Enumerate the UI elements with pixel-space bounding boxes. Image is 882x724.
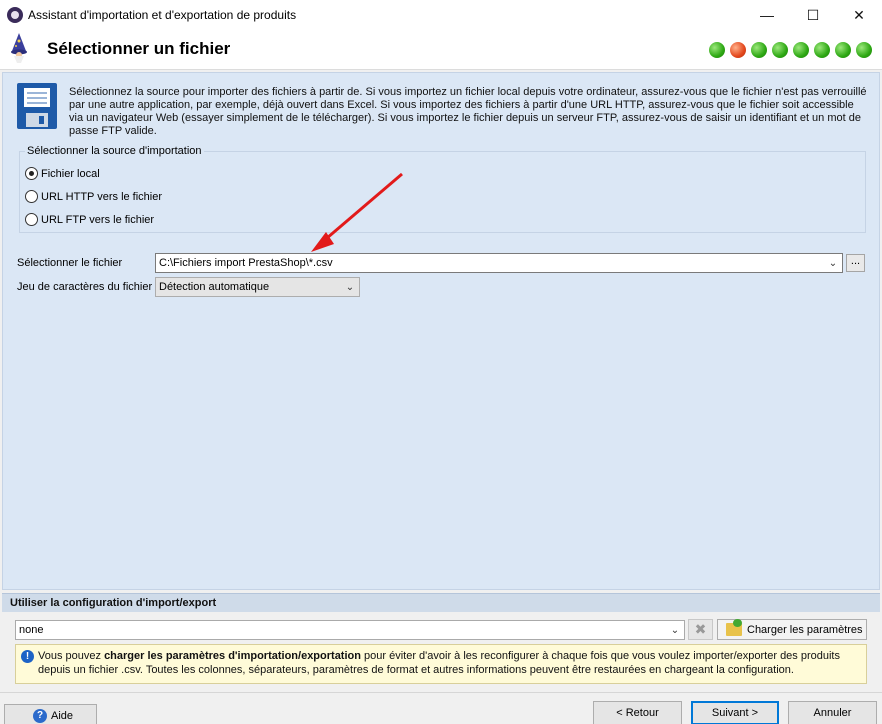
step-dot-8: [856, 42, 872, 58]
step-dot-7: [835, 42, 851, 58]
floppy-disk-icon: [17, 83, 57, 129]
radio-button[interactable]: [25, 213, 38, 226]
radio-ftp-url[interactable]: URL FTP vers le fichier: [25, 213, 154, 226]
info-icon: !: [21, 650, 34, 663]
help-label: Aide: [51, 710, 74, 722]
radio-label: Fichier local: [41, 167, 100, 180]
radio-http-url[interactable]: URL HTTP vers le fichier: [25, 190, 162, 203]
folder-open-icon: [726, 619, 742, 636]
step-indicator: [709, 42, 872, 58]
charset-value: Détection automatique: [159, 281, 270, 293]
wizard-header: Sélectionner un fichier: [0, 30, 882, 70]
chevron-down-icon[interactable]: ⌄: [668, 623, 682, 637]
load-settings-button[interactable]: Charger les paramètres: [717, 619, 867, 640]
radio-button[interactable]: [25, 167, 38, 180]
step-dot-4: [772, 42, 788, 58]
load-settings-label: Charger les paramètres: [747, 623, 863, 636]
config-section-title: Utiliser la configuration d'import/expor…: [10, 597, 217, 609]
step-dot-2: [730, 42, 746, 58]
close-button[interactable]: ✕: [836, 0, 882, 30]
help-button[interactable]: ? Aide: [4, 704, 97, 724]
app-icon: [7, 7, 23, 23]
chevron-down-icon[interactable]: ⌄: [343, 280, 357, 294]
charset-label: Jeu de caractères du fichier: [17, 281, 153, 293]
hint-prefix: Vous pouvez: [38, 650, 105, 662]
footer-bar: ? Aide < Retour Suivant > Annuler: [0, 692, 882, 724]
config-select[interactable]: none ⌄: [15, 620, 685, 640]
page-title: Sélectionner un fichier: [47, 39, 231, 58]
chevron-down-icon[interactable]: ⌄: [826, 256, 840, 270]
maximize-button[interactable]: ☐: [790, 0, 836, 30]
config-section-header: Utiliser la configuration d'import/expor…: [2, 593, 880, 612]
clear-config-button[interactable]: ✖: [688, 619, 713, 640]
file-label: Sélectionner le fichier: [17, 257, 123, 269]
minimize-button[interactable]: —: [744, 0, 790, 30]
config-value: none: [19, 624, 44, 636]
file-path-value: C:\Fichiers import PrestaShop\*.csv: [159, 257, 333, 269]
step-dot-3: [751, 42, 767, 58]
cancel-button[interactable]: Annuler: [788, 701, 877, 724]
config-section: none ⌄ ✖ Charger les paramètres ! Vous p…: [2, 612, 880, 686]
window-title: Assistant d'importation et d'exportation…: [28, 8, 297, 22]
next-button[interactable]: Suivant >: [691, 701, 779, 724]
charset-select[interactable]: Détection automatique ⌄: [155, 277, 360, 297]
title-bar: Assistant d'importation et d'exportation…: [0, 0, 882, 30]
step-dot-5: [793, 42, 809, 58]
intro-text: Sélectionnez la source pour importer des…: [69, 86, 867, 137]
info-hint: ! Vous pouvez charger les paramètres d'i…: [15, 644, 867, 684]
back-button[interactable]: < Retour: [593, 701, 682, 724]
help-icon: ?: [33, 709, 47, 723]
hint-bold: charger les paramètres d'importation/exp…: [104, 650, 361, 662]
radio-label: URL FTP vers le fichier: [41, 213, 155, 226]
radio-button[interactable]: [25, 190, 38, 203]
clear-icon: ✖: [694, 621, 707, 637]
step-dot-6: [814, 42, 830, 58]
wizard-icon: [11, 33, 27, 63]
source-group-label: Sélectionner la source d'importation: [25, 145, 204, 157]
step-dot-1: [709, 42, 725, 58]
browse-button[interactable]: ...: [846, 254, 865, 272]
file-path-combobox[interactable]: C:\Fichiers import PrestaShop\*.csv ⌄: [155, 253, 843, 273]
hint-text: Vous pouvez charger les paramètres d'imp…: [38, 649, 858, 677]
radio-local-file[interactable]: Fichier local: [25, 167, 100, 180]
main-panel: Sélectionnez la source pour importer des…: [2, 72, 880, 590]
radio-label: URL HTTP vers le fichier: [41, 190, 163, 203]
